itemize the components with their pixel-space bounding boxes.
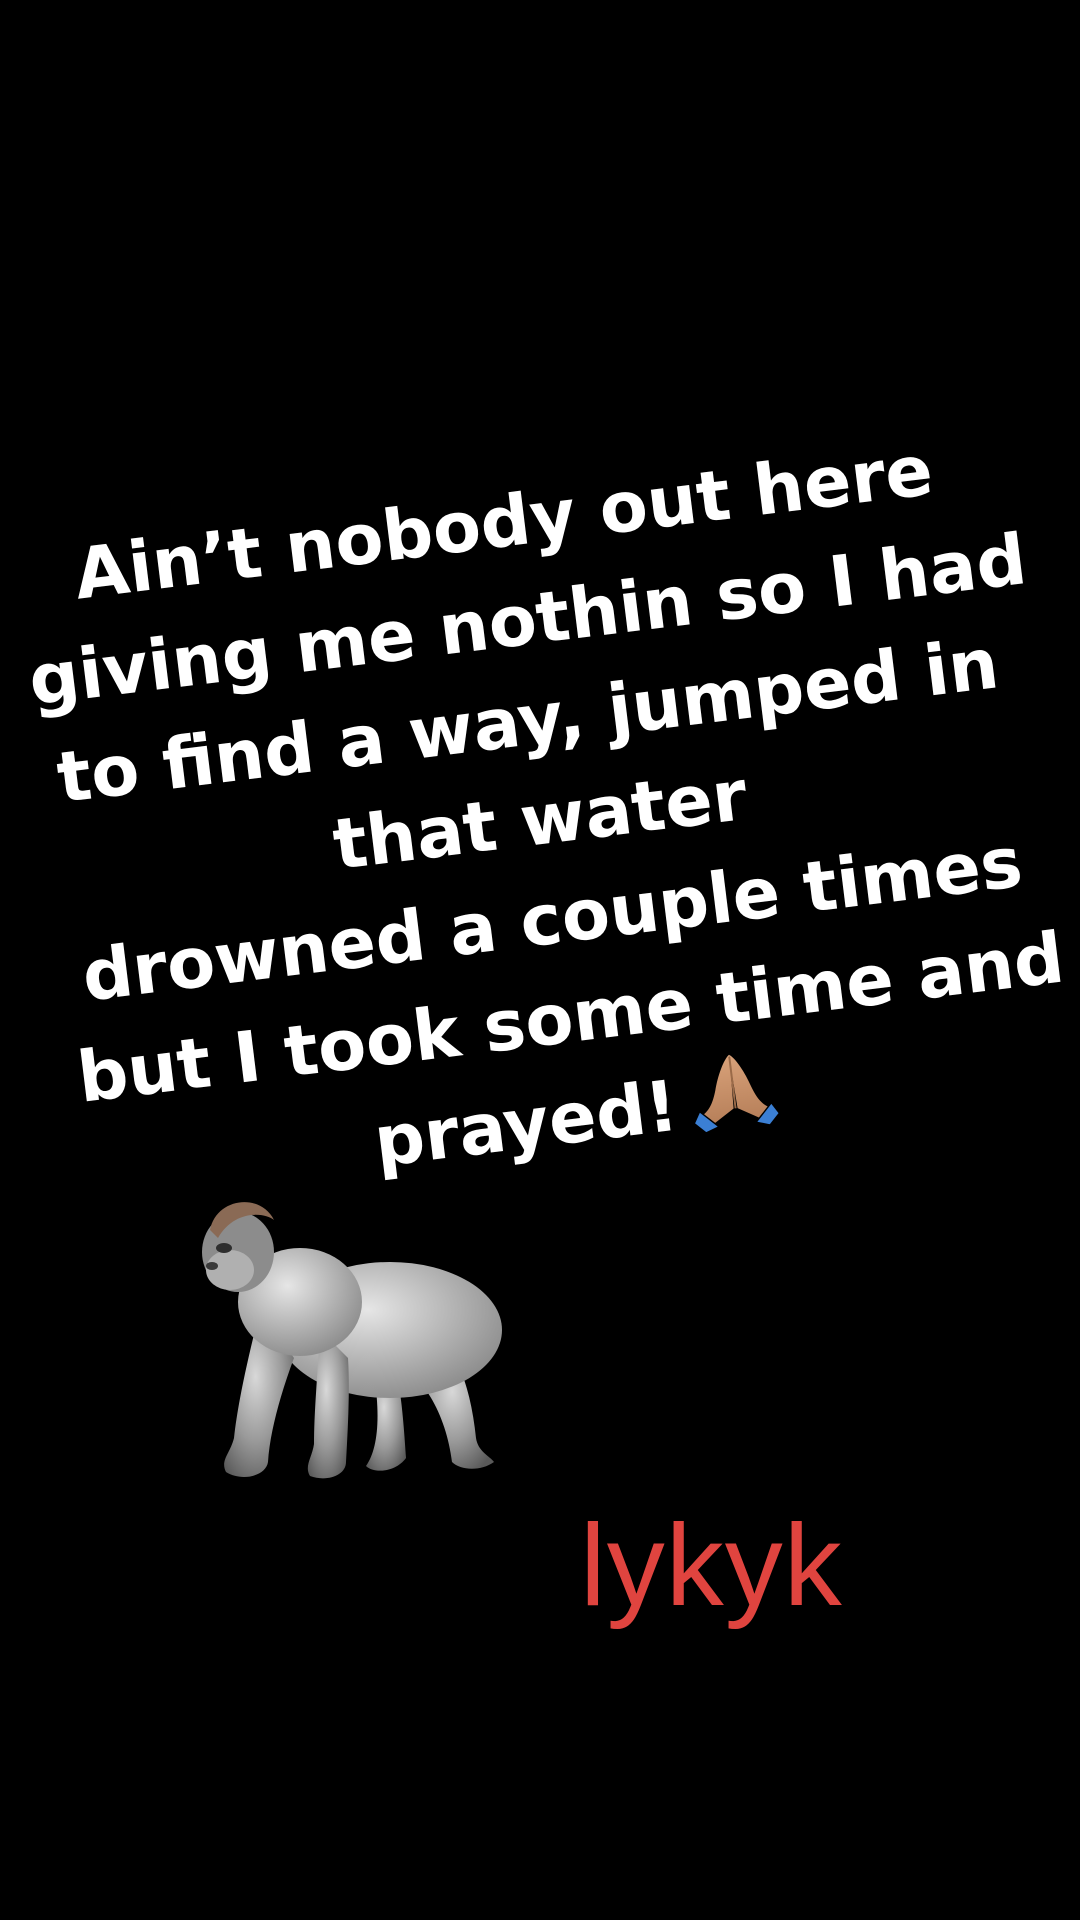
gorilla-icon — [202, 1202, 502, 1479]
tag-text-lykyk: lykyk — [580, 1500, 843, 1630]
folded-hands-icon — [695, 1054, 779, 1133]
caption-text-block: Ain’t nobody out here giving me nothin s… — [11, 413, 1069, 1227]
story-canvas: Ain’t nobody out here giving me nothin s… — [0, 0, 1080, 1920]
